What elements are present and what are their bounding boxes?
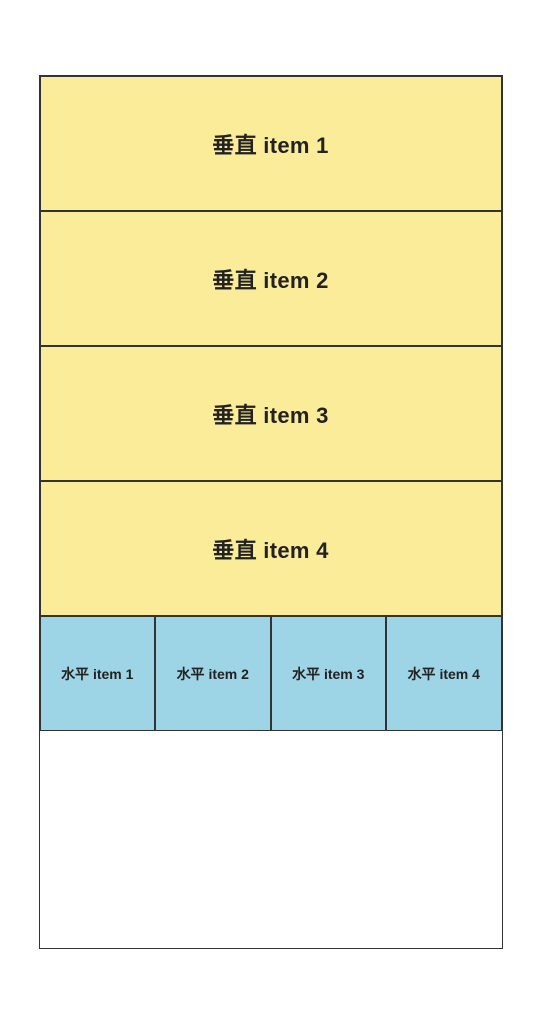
vertical-item-label: 垂直 item 1 bbox=[212, 128, 328, 160]
horizontal-item-label: 水平 item 3 bbox=[292, 664, 364, 684]
horizontal-item-label: 水平 item 1 bbox=[61, 664, 133, 684]
layout-frame: 垂直 item 1 垂直 item 2 垂直 item 3 垂直 item 4 … bbox=[39, 75, 503, 949]
horizontal-item-2: 水平 item 2 bbox=[155, 616, 271, 731]
horizontal-item-1: 水平 item 1 bbox=[40, 616, 156, 731]
vertical-item-1: 垂直 item 1 bbox=[40, 76, 502, 211]
empty-space bbox=[40, 731, 502, 948]
vertical-item-4: 垂直 item 4 bbox=[40, 481, 502, 616]
vertical-list: 垂直 item 1 垂直 item 2 垂直 item 3 垂直 item 4 bbox=[40, 76, 502, 616]
horizontal-list: 水平 item 1 水平 item 2 水平 item 3 水平 item 4 bbox=[40, 616, 502, 731]
vertical-item-2: 垂直 item 2 bbox=[40, 211, 502, 346]
vertical-item-label: 垂直 item 2 bbox=[212, 263, 328, 295]
vertical-item-3: 垂直 item 3 bbox=[40, 346, 502, 481]
horizontal-item-label: 水平 item 4 bbox=[408, 664, 480, 684]
vertical-item-label: 垂直 item 4 bbox=[212, 533, 328, 565]
horizontal-item-label: 水平 item 2 bbox=[177, 664, 249, 684]
horizontal-item-4: 水平 item 4 bbox=[386, 616, 502, 731]
vertical-item-label: 垂直 item 3 bbox=[212, 398, 328, 430]
horizontal-item-3: 水平 item 3 bbox=[271, 616, 387, 731]
